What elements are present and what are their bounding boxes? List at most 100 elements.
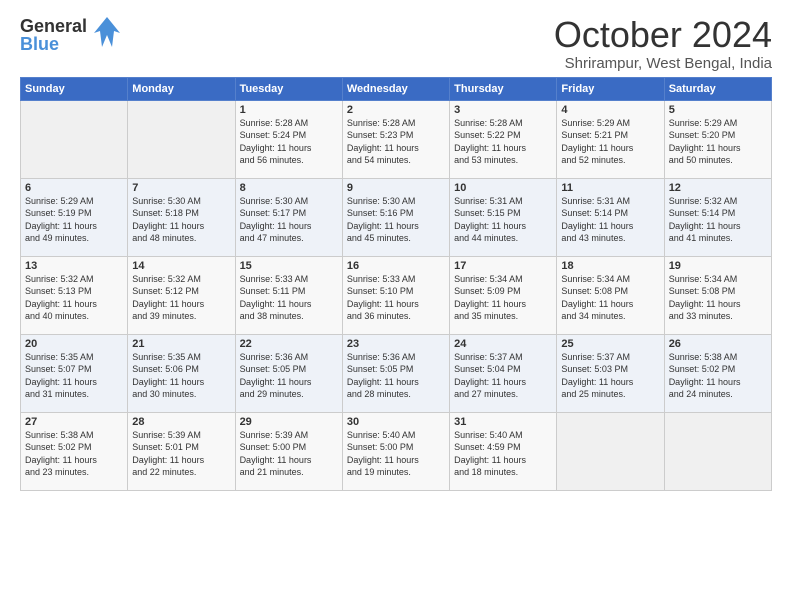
- day-number: 26: [669, 338, 767, 350]
- day-number: 17: [454, 260, 552, 272]
- day-number: 14: [132, 260, 230, 272]
- calendar-cell: 12Sunrise: 5:32 AM Sunset: 5:14 PM Dayli…: [664, 178, 771, 256]
- calendar-week-row: 6Sunrise: 5:29 AM Sunset: 5:19 PM Daylig…: [21, 178, 772, 256]
- cell-info: Sunrise: 5:33 AM Sunset: 5:10 PM Dayligh…: [347, 273, 445, 323]
- cell-info: Sunrise: 5:29 AM Sunset: 5:21 PM Dayligh…: [561, 117, 659, 167]
- cell-info: Sunrise: 5:39 AM Sunset: 5:00 PM Dayligh…: [240, 429, 338, 479]
- day-number: 30: [347, 416, 445, 428]
- day-number: 10: [454, 182, 552, 194]
- logo: General Blue: [20, 15, 122, 55]
- calendar-cell: 8Sunrise: 5:30 AM Sunset: 5:17 PM Daylig…: [235, 178, 342, 256]
- cell-info: Sunrise: 5:31 AM Sunset: 5:14 PM Dayligh…: [561, 195, 659, 245]
- day-number: 1: [240, 104, 338, 116]
- day-number: 3: [454, 104, 552, 116]
- calendar-cell: [21, 100, 128, 178]
- weekday-header: Monday: [128, 77, 235, 100]
- month-title: October 2024: [554, 15, 772, 55]
- calendar-cell: 10Sunrise: 5:31 AM Sunset: 5:15 PM Dayli…: [450, 178, 557, 256]
- day-number: 9: [347, 182, 445, 194]
- cell-info: Sunrise: 5:28 AM Sunset: 5:22 PM Dayligh…: [454, 117, 552, 167]
- cell-info: Sunrise: 5:35 AM Sunset: 5:06 PM Dayligh…: [132, 351, 230, 401]
- calendar-cell: [128, 100, 235, 178]
- cell-info: Sunrise: 5:31 AM Sunset: 5:15 PM Dayligh…: [454, 195, 552, 245]
- day-number: 20: [25, 338, 123, 350]
- day-number: 8: [240, 182, 338, 194]
- day-number: 22: [240, 338, 338, 350]
- day-number: 27: [25, 416, 123, 428]
- day-number: 18: [561, 260, 659, 272]
- header: General Blue October 2024 Shrirampur, We…: [20, 15, 772, 72]
- day-number: 4: [561, 104, 659, 116]
- weekday-header: Sunday: [21, 77, 128, 100]
- day-number: 31: [454, 416, 552, 428]
- weekday-header: Friday: [557, 77, 664, 100]
- cell-info: Sunrise: 5:32 AM Sunset: 5:13 PM Dayligh…: [25, 273, 123, 323]
- calendar-cell: 6Sunrise: 5:29 AM Sunset: 5:19 PM Daylig…: [21, 178, 128, 256]
- cell-info: Sunrise: 5:34 AM Sunset: 5:08 PM Dayligh…: [561, 273, 659, 323]
- calendar-cell: 20Sunrise: 5:35 AM Sunset: 5:07 PM Dayli…: [21, 334, 128, 412]
- logo-bird-icon: [92, 15, 122, 55]
- day-number: 25: [561, 338, 659, 350]
- cell-info: Sunrise: 5:28 AM Sunset: 5:24 PM Dayligh…: [240, 117, 338, 167]
- day-number: 23: [347, 338, 445, 350]
- calendar-week-row: 13Sunrise: 5:32 AM Sunset: 5:13 PM Dayli…: [21, 256, 772, 334]
- day-number: 12: [669, 182, 767, 194]
- calendar-week-row: 1Sunrise: 5:28 AM Sunset: 5:24 PM Daylig…: [21, 100, 772, 178]
- calendar-cell: 21Sunrise: 5:35 AM Sunset: 5:06 PM Dayli…: [128, 334, 235, 412]
- logo-general: General: [20, 17, 87, 35]
- day-number: 15: [240, 260, 338, 272]
- calendar-week-row: 20Sunrise: 5:35 AM Sunset: 5:07 PM Dayli…: [21, 334, 772, 412]
- calendar-cell: 17Sunrise: 5:34 AM Sunset: 5:09 PM Dayli…: [450, 256, 557, 334]
- cell-info: Sunrise: 5:30 AM Sunset: 5:16 PM Dayligh…: [347, 195, 445, 245]
- calendar-cell: 26Sunrise: 5:38 AM Sunset: 5:02 PM Dayli…: [664, 334, 771, 412]
- cell-info: Sunrise: 5:34 AM Sunset: 5:09 PM Dayligh…: [454, 273, 552, 323]
- title-block: October 2024 Shrirampur, West Bengal, In…: [554, 15, 772, 72]
- cell-info: Sunrise: 5:32 AM Sunset: 5:14 PM Dayligh…: [669, 195, 767, 245]
- calendar-week-row: 27Sunrise: 5:38 AM Sunset: 5:02 PM Dayli…: [21, 412, 772, 490]
- calendar-cell: 14Sunrise: 5:32 AM Sunset: 5:12 PM Dayli…: [128, 256, 235, 334]
- cell-info: Sunrise: 5:36 AM Sunset: 5:05 PM Dayligh…: [240, 351, 338, 401]
- day-number: 28: [132, 416, 230, 428]
- day-number: 29: [240, 416, 338, 428]
- calendar-cell: 28Sunrise: 5:39 AM Sunset: 5:01 PM Dayli…: [128, 412, 235, 490]
- weekday-header: Wednesday: [342, 77, 449, 100]
- weekday-header: Thursday: [450, 77, 557, 100]
- cell-info: Sunrise: 5:39 AM Sunset: 5:01 PM Dayligh…: [132, 429, 230, 479]
- calendar-cell: 13Sunrise: 5:32 AM Sunset: 5:13 PM Dayli…: [21, 256, 128, 334]
- calendar-cell: 3Sunrise: 5:28 AM Sunset: 5:22 PM Daylig…: [450, 100, 557, 178]
- calendar-cell: 5Sunrise: 5:29 AM Sunset: 5:20 PM Daylig…: [664, 100, 771, 178]
- cell-info: Sunrise: 5:40 AM Sunset: 4:59 PM Dayligh…: [454, 429, 552, 479]
- weekday-header: Tuesday: [235, 77, 342, 100]
- logo-blue: Blue: [20, 35, 87, 53]
- cell-info: Sunrise: 5:38 AM Sunset: 5:02 PM Dayligh…: [25, 429, 123, 479]
- day-number: 16: [347, 260, 445, 272]
- day-number: 24: [454, 338, 552, 350]
- cell-info: Sunrise: 5:30 AM Sunset: 5:18 PM Dayligh…: [132, 195, 230, 245]
- calendar-cell: 24Sunrise: 5:37 AM Sunset: 5:04 PM Dayli…: [450, 334, 557, 412]
- day-number: 7: [132, 182, 230, 194]
- calendar-cell: 9Sunrise: 5:30 AM Sunset: 5:16 PM Daylig…: [342, 178, 449, 256]
- cell-info: Sunrise: 5:40 AM Sunset: 5:00 PM Dayligh…: [347, 429, 445, 479]
- day-number: 19: [669, 260, 767, 272]
- cell-info: Sunrise: 5:29 AM Sunset: 5:20 PM Dayligh…: [669, 117, 767, 167]
- day-number: 2: [347, 104, 445, 116]
- calendar-cell: [664, 412, 771, 490]
- page-container: General Blue October 2024 Shrirampur, We…: [0, 0, 792, 501]
- cell-info: Sunrise: 5:37 AM Sunset: 5:04 PM Dayligh…: [454, 351, 552, 401]
- cell-info: Sunrise: 5:32 AM Sunset: 5:12 PM Dayligh…: [132, 273, 230, 323]
- calendar-table: SundayMondayTuesdayWednesdayThursdayFrid…: [20, 77, 772, 491]
- calendar-cell: 7Sunrise: 5:30 AM Sunset: 5:18 PM Daylig…: [128, 178, 235, 256]
- calendar-cell: 29Sunrise: 5:39 AM Sunset: 5:00 PM Dayli…: [235, 412, 342, 490]
- calendar-cell: 22Sunrise: 5:36 AM Sunset: 5:05 PM Dayli…: [235, 334, 342, 412]
- weekday-header: Saturday: [664, 77, 771, 100]
- cell-info: Sunrise: 5:28 AM Sunset: 5:23 PM Dayligh…: [347, 117, 445, 167]
- calendar-cell: 4Sunrise: 5:29 AM Sunset: 5:21 PM Daylig…: [557, 100, 664, 178]
- calendar-cell: 27Sunrise: 5:38 AM Sunset: 5:02 PM Dayli…: [21, 412, 128, 490]
- cell-info: Sunrise: 5:37 AM Sunset: 5:03 PM Dayligh…: [561, 351, 659, 401]
- cell-info: Sunrise: 5:33 AM Sunset: 5:11 PM Dayligh…: [240, 273, 338, 323]
- calendar-cell: 1Sunrise: 5:28 AM Sunset: 5:24 PM Daylig…: [235, 100, 342, 178]
- cell-info: Sunrise: 5:38 AM Sunset: 5:02 PM Dayligh…: [669, 351, 767, 401]
- calendar-cell: 18Sunrise: 5:34 AM Sunset: 5:08 PM Dayli…: [557, 256, 664, 334]
- day-number: 6: [25, 182, 123, 194]
- cell-info: Sunrise: 5:34 AM Sunset: 5:08 PM Dayligh…: [669, 273, 767, 323]
